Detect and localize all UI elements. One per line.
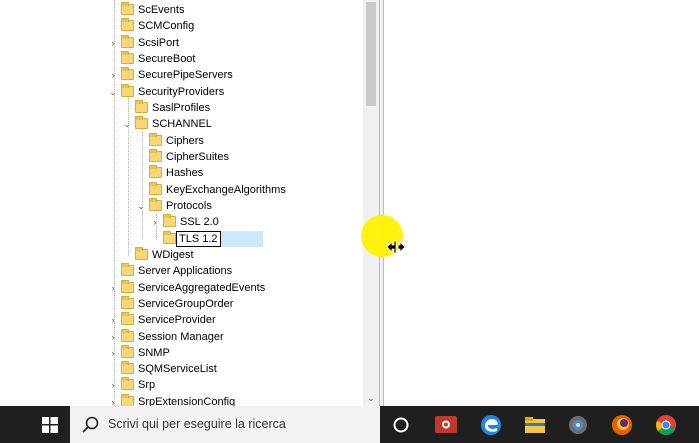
tree-item-label: Server Applications	[138, 265, 233, 277]
expand-chevron-icon[interactable]	[108, 263, 118, 279]
tree-item-label: SecurePipeServers	[138, 69, 233, 81]
tree-vertical-scrollbar[interactable]: ⌄	[363, 0, 379, 406]
folder-icon	[121, 35, 134, 48]
expand-chevron-icon[interactable]	[150, 231, 160, 247]
folder-icon	[121, 329, 134, 342]
resize-cursor-icon	[386, 240, 406, 254]
tree-item-label: ServiceGroupOrder	[138, 298, 234, 310]
cortana-icon[interactable]	[388, 412, 414, 438]
folder-icon	[121, 67, 134, 80]
tree-item-label: CipherSuites	[166, 151, 229, 163]
folder-icon	[149, 133, 162, 146]
tree-item-label: SQMServiceList	[138, 363, 217, 375]
expand-chevron-icon[interactable]	[108, 2, 118, 18]
folder-icon	[121, 2, 134, 15]
expand-chevron-icon[interactable]: ⌄	[122, 116, 132, 132]
expand-chevron-icon[interactable]: ⌄	[108, 84, 118, 100]
folder-icon	[149, 198, 162, 211]
expand-chevron-icon[interactable]	[108, 361, 118, 377]
expand-chevron-icon[interactable]	[136, 133, 146, 149]
windows-taskbar: Scrivi qui per eseguire la ricerca	[0, 406, 699, 443]
file-explorer-icon[interactable]	[522, 412, 548, 438]
tree-item-label: ServiceProvider	[138, 314, 216, 326]
tree-item-label: SrpExtensionConfig	[138, 396, 236, 406]
expand-chevron-icon[interactable]	[122, 100, 132, 116]
tree-item-label: Srp	[138, 379, 156, 391]
folder-icon	[121, 84, 134, 97]
tree-item-label: WDigest	[152, 249, 194, 261]
expand-chevron-icon[interactable]	[108, 296, 118, 312]
folder-icon	[135, 100, 148, 113]
tree-item-tls-1-2[interactable]: TLS 1.2	[146, 231, 263, 247]
folder-icon	[121, 18, 134, 31]
expand-chevron-icon[interactable]	[108, 18, 118, 34]
expand-chevron-icon[interactable]: ›	[108, 35, 118, 51]
expand-chevron-icon[interactable]: ›	[108, 394, 118, 406]
tree-item-label: Hashes	[166, 167, 204, 179]
expand-chevron-icon[interactable]	[136, 165, 146, 181]
tree-item-label: Session Manager	[138, 331, 224, 343]
folder-icon	[121, 361, 134, 374]
folder-icon	[149, 165, 162, 178]
tree-item-label: ScsiPort	[138, 37, 179, 49]
tree-item-label: Protocols	[166, 200, 212, 212]
taskbar-search-box[interactable]: Scrivi qui per eseguire la ricerca	[70, 406, 380, 443]
scrollbar-thumb[interactable]	[366, 2, 376, 106]
edge-icon[interactable]	[478, 412, 504, 438]
expand-chevron-icon[interactable]: ›	[150, 214, 160, 230]
firefox-icon[interactable]	[609, 412, 635, 438]
folder-icon	[121, 296, 134, 309]
expand-chevron-icon[interactable]: ›	[108, 345, 118, 361]
search-icon	[82, 416, 99, 433]
folder-icon	[135, 247, 148, 260]
folder-icon	[121, 263, 134, 276]
values-pane[interactable]	[384, 0, 699, 406]
tree-item-label: Ciphers	[166, 135, 204, 147]
expand-chevron-icon[interactable]: ›	[108, 67, 118, 83]
expand-chevron-icon[interactable]: ⌄	[136, 198, 146, 214]
tree-item-label: SNMP	[138, 347, 170, 359]
start-icon	[42, 417, 58, 433]
folder-icon	[121, 377, 134, 390]
chrome-icon[interactable]	[653, 412, 679, 438]
scroll-down-arrow-icon[interactable]: ⌄	[363, 390, 379, 406]
expand-chevron-icon[interactable]	[122, 247, 132, 263]
folder-icon	[149, 182, 162, 195]
tree-item-label: KeyExchangeAlgorithms	[166, 184, 286, 196]
expand-chevron-icon[interactable]	[108, 51, 118, 67]
folder-icon	[121, 394, 134, 406]
start-button[interactable]	[0, 406, 70, 443]
tree-item-label: SSL 2.0	[180, 216, 219, 228]
task-view-icon[interactable]	[433, 412, 459, 438]
expand-chevron-icon[interactable]	[136, 149, 146, 165]
expand-chevron-icon[interactable]: ›	[108, 377, 118, 393]
expand-chevron-icon[interactable]: ›	[108, 312, 118, 328]
folder-icon	[121, 345, 134, 358]
expand-chevron-icon[interactable]: ›	[108, 329, 118, 345]
tree-item-label: SaslProfiles	[152, 102, 211, 114]
expand-chevron-icon[interactable]	[136, 182, 146, 198]
folder-icon	[149, 149, 162, 162]
tree-item-label: SCMConfig	[138, 20, 195, 32]
folder-icon	[163, 231, 176, 244]
folder-icon	[121, 280, 134, 293]
tree-item-label: SecurityProviders	[138, 86, 225, 98]
folder-icon	[121, 312, 134, 325]
folder-icon	[121, 51, 134, 64]
tree-item-label: SCHANNEL	[152, 118, 212, 130]
search-placeholder: Scrivi qui per eseguire la ricerca	[108, 417, 286, 431]
tree-item-label: ScEvents	[138, 4, 185, 16]
tree-item-label: SecureBoot	[138, 53, 196, 65]
rename-input[interactable]: TLS 1.2	[176, 231, 221, 247]
tree-item-label: ServiceAggregatedEvents	[138, 282, 266, 294]
folder-icon	[163, 214, 176, 227]
folder-icon	[135, 116, 148, 129]
settings-icon[interactable]	[565, 412, 591, 438]
registry-tree-pane[interactable]: ScEvents SCMConfig › ScsiPort SecureBoot…	[0, 0, 363, 406]
expand-chevron-icon[interactable]: ›	[108, 280, 118, 296]
